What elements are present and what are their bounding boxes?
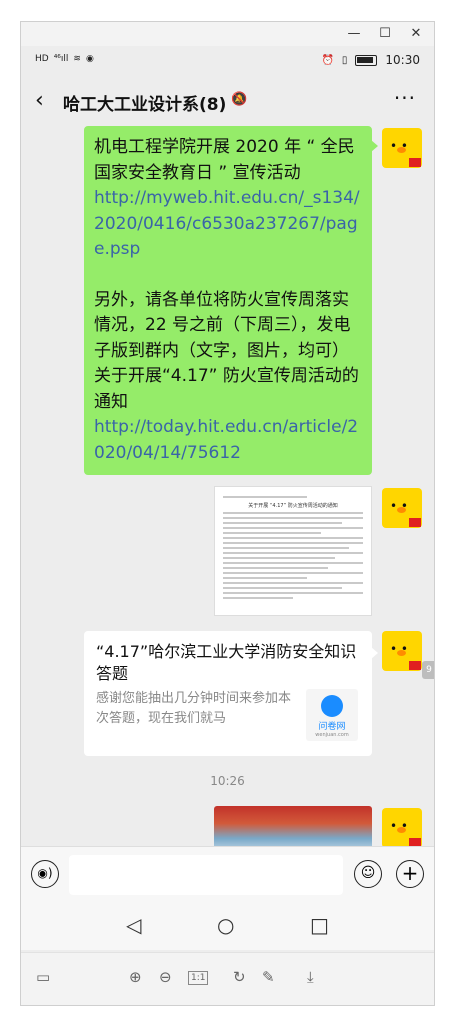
link-card-message[interactable]: “4.17”哈尔滨工业大学消防安全知识答题 感谢您能抽出几分钟时间来参加本次答题… [84,631,378,756]
flag-icon [409,158,421,167]
signal-icon: ⁴⁶ıll [53,54,69,64]
android-nav-bar: ◁ ○ □ [21,902,434,950]
zoom-out-icon[interactable]: ⊖ [159,968,172,986]
battery-icon [355,54,378,66]
timestamp: 10:26 [210,774,245,788]
logo-brand: 问卷网 [318,722,346,732]
edit-icon[interactable]: ✎ [262,968,275,986]
message-link[interactable]: http://myweb.hit.edu.cn/_s134/2020/0416/… [94,186,362,263]
add-attachment-icon[interactable]: + [396,860,424,888]
side-indicator[interactable]: 9 [422,661,434,679]
window-frame: — ☐ ✕ HD ⁴⁶ıll ≋ ◉ ⏰ ▯ 10:30 ‹ 哈工大工业设计系(… [20,21,435,1006]
hd-icon: HD [35,54,49,64]
document-title: 关于开展 “4.17” 防火宣传周活动的通知 [248,503,338,509]
nav-home-icon[interactable]: ○ [217,913,234,937]
viewer-toolbar: ▭ ⊕ ⊖ 1:1 ↻ ✎ ⤓ [21,952,434,1005]
avatar[interactable]: • • [382,128,422,168]
avatar[interactable]: • • [382,808,422,846]
screen-icon[interactable]: ▭ [36,968,50,986]
logo-url: wenjuan.com [315,732,349,738]
nav-recents-icon[interactable]: □ [310,913,329,937]
message-link[interactable]: http://today.hit.edu.cn/article/2020/04/… [94,415,362,466]
card-description: 感谢您能抽出几分钟时间来参加本次答题，现在我们就马 [96,691,292,726]
zoom-in-icon[interactable]: ⊕ [129,968,142,986]
wenjuan-logo: 问卷网 wenjuan.com [306,689,358,741]
avatar[interactable]: • • [382,631,422,671]
window-titlebar: — ☐ ✕ [21,22,434,46]
back-arrow-icon[interactable]: ‹ [35,88,44,113]
close-button[interactable]: ✕ [405,25,427,43]
mute-bell-icon: 🔕 [231,92,248,107]
chat-header: ‹ 哈工大工业设计系(8) 🔕 ··· [21,76,434,126]
avatar[interactable]: • • [382,488,422,528]
image-message[interactable] [214,806,372,846]
phone-status-bar: HD ⁴⁶ıll ≋ ◉ ⏰ ▯ 10:30 [21,46,434,76]
emoji-icon[interactable]: ☺ [354,860,382,888]
minimize-button[interactable]: — [343,25,365,43]
input-bar: ◉) ☺ + [21,846,434,902]
voice-input-icon[interactable]: ◉) [31,860,59,888]
actual-size-button[interactable]: 1:1 [188,971,209,985]
wifi-icon: ≋ [73,54,81,64]
maximize-button[interactable]: ☐ [374,25,396,43]
rotate-icon[interactable]: ↻ [233,968,246,986]
nav-back-icon[interactable]: ◁ [126,913,141,937]
vibrate-icon: ▯ [341,54,348,66]
card-title: “4.17”哈尔滨工业大学消防安全知识答题 [96,642,357,683]
image-message[interactable]: 关于开展 “4.17” 防火宣传周活动的通知 [214,486,372,616]
wenjuan-logo-icon [321,695,343,717]
data-icon: ◉ [85,54,94,64]
alarm-icon: ⏰ [321,54,334,66]
text-message-bubble[interactable]: 机电工程学院开展 2020 年 “ 全民国家安全教育日 ” 宣传活动 http:… [84,126,378,475]
download-icon[interactable]: ⤓ [307,968,314,986]
more-options-button[interactable]: ··· [394,86,416,110]
message-text: 另外，请各单位将防火宣传周落实情况，22 号之前（下周三），发电子版到群内（文字… [94,289,359,412]
status-time: 10:30 [385,53,420,67]
message-input[interactable] [69,855,343,895]
message-text: 机电工程学院开展 2020 年 “ 全民国家安全教育日 ” 宣传活动 [94,137,355,183]
chat-message-list[interactable]: 机电工程学院开展 2020 年 “ 全民国家安全教育日 ” 宣传活动 http:… [21,126,434,846]
chat-title: 哈工大工业设计系(8) [63,95,227,115]
